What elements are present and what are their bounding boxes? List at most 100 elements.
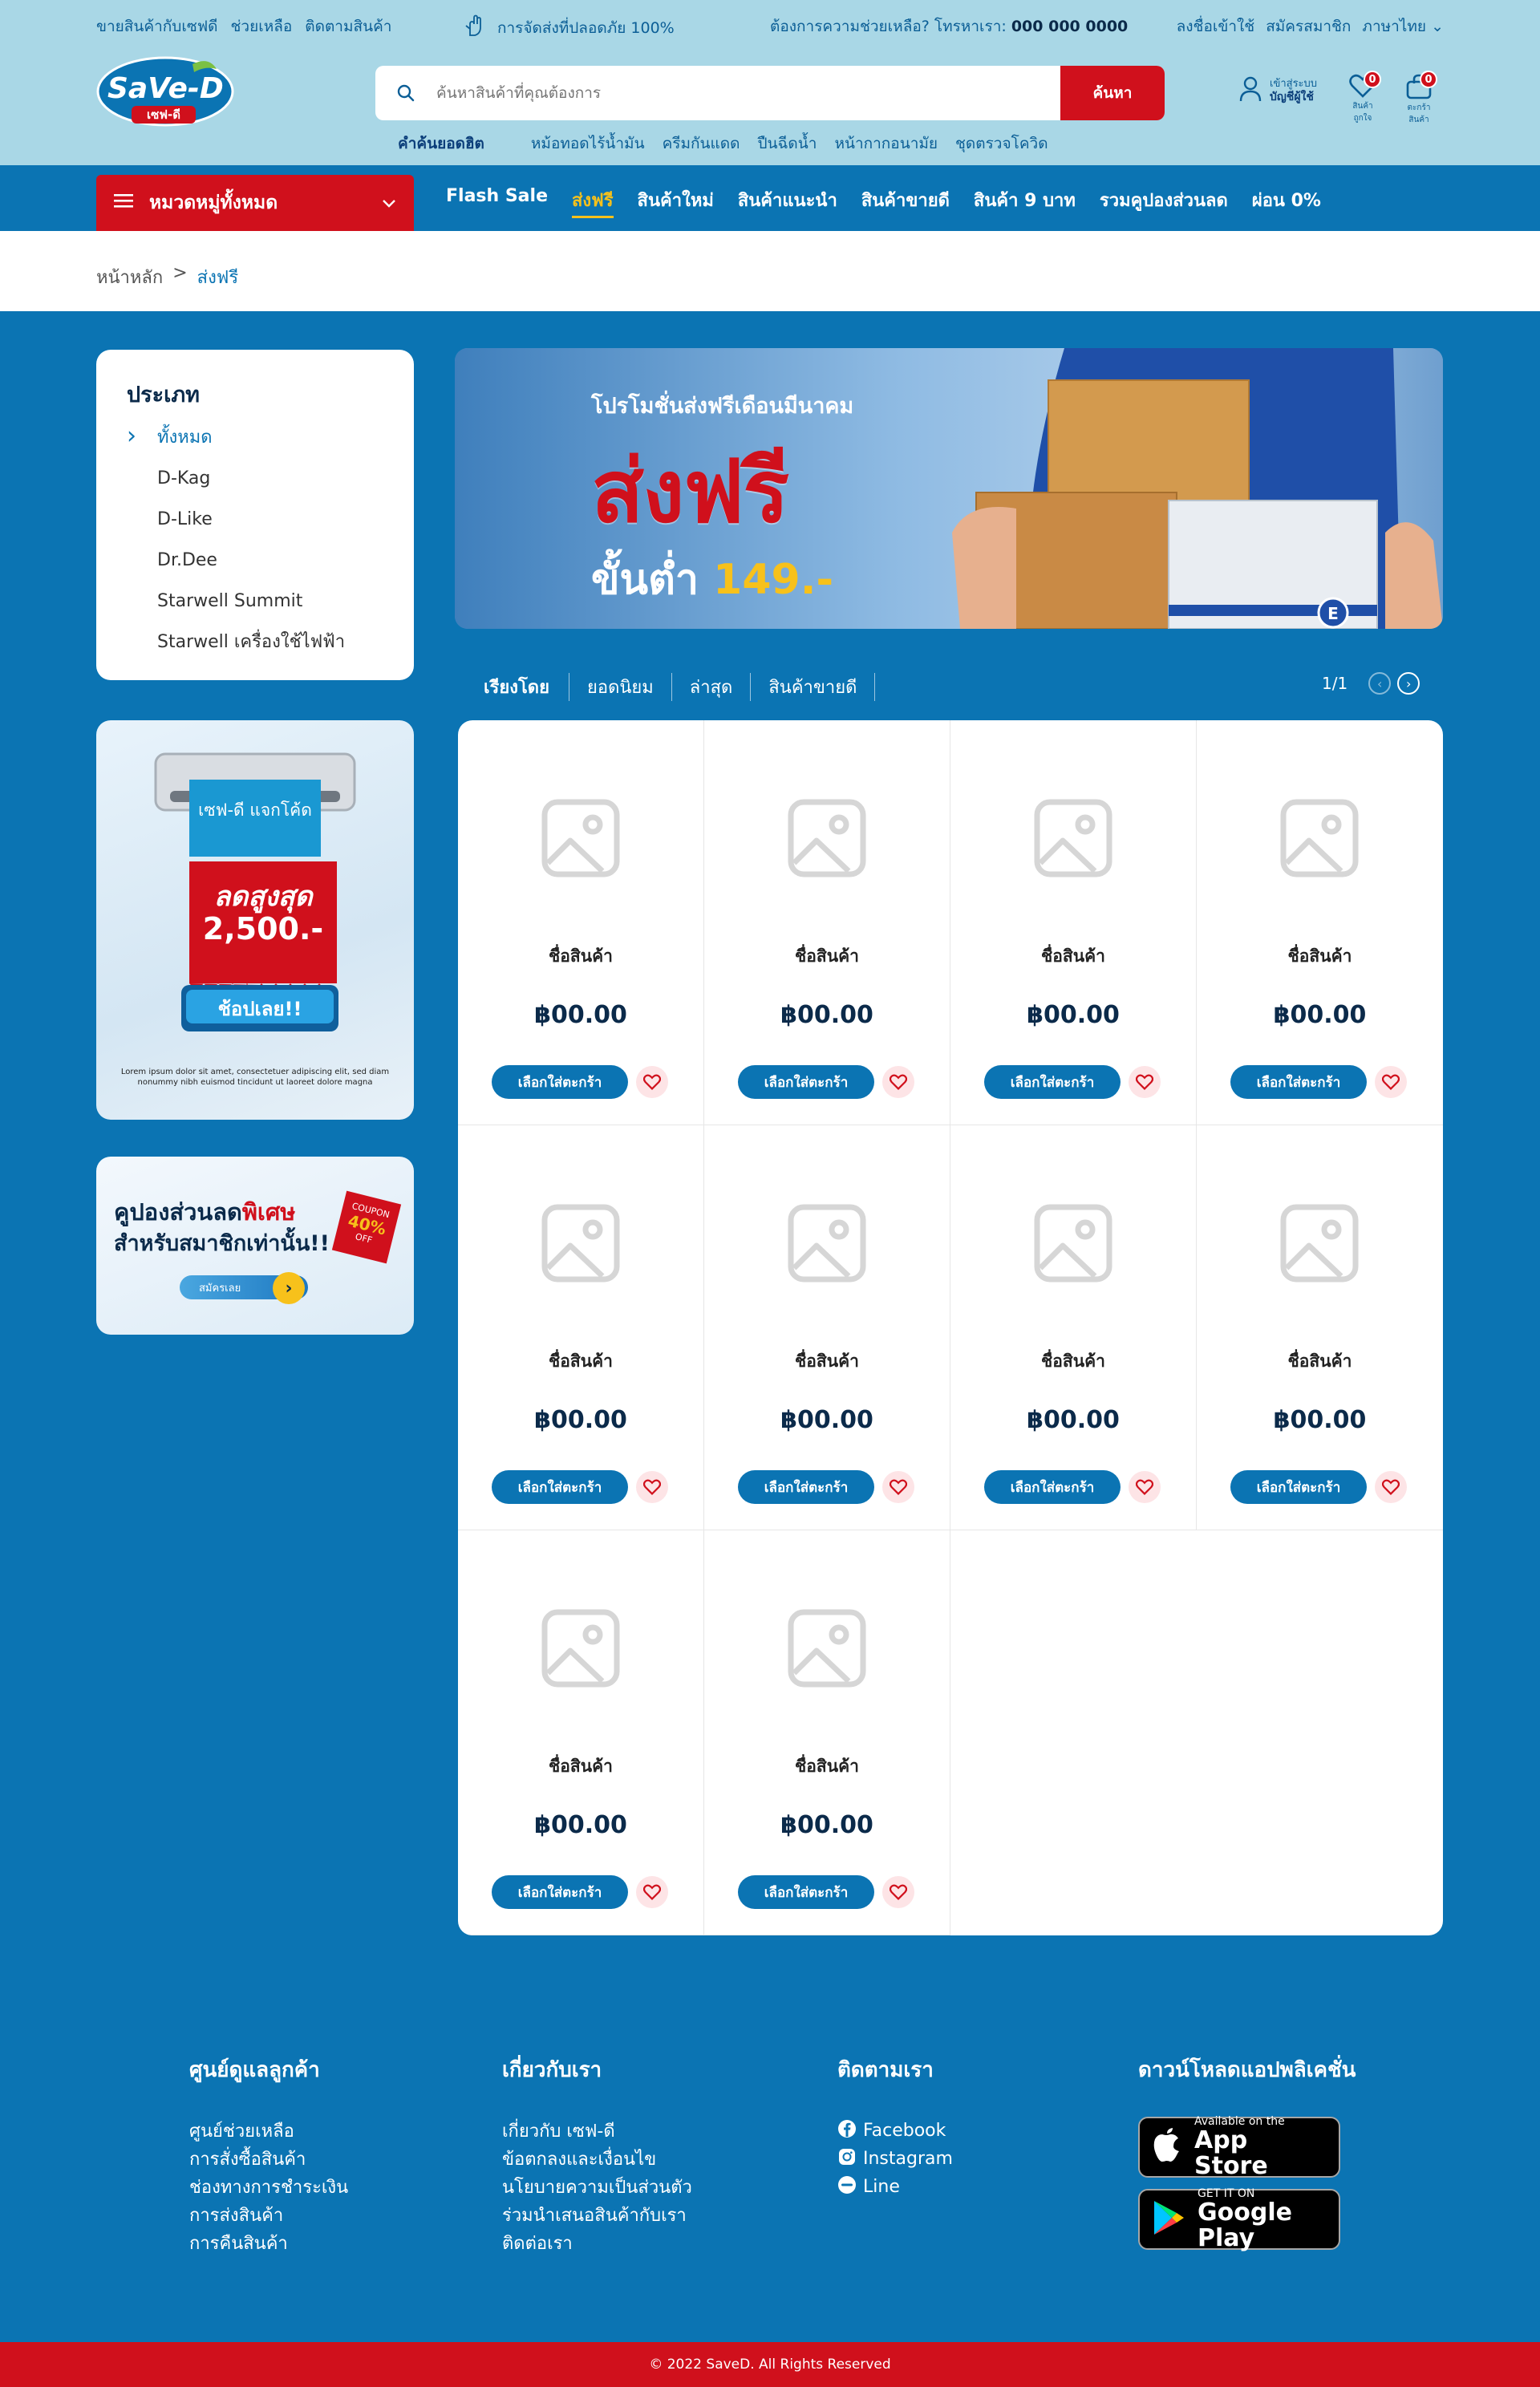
- search-button[interactable]: ค้นหา: [1060, 66, 1165, 120]
- product-name[interactable]: ชื่อสินค้า: [704, 943, 950, 970]
- hot-keyword[interactable]: หม้อทอดไร้น้ำมัน: [531, 132, 645, 156]
- hot-keyword[interactable]: ปืนฉีดน้ำ: [757, 132, 817, 156]
- add-to-cart-button[interactable]: เลือกใส่ตะกร้า: [738, 1065, 874, 1099]
- breadcrumb-home[interactable]: หน้าหลัก: [96, 263, 163, 291]
- nav-flash-sale[interactable]: Flash Sale: [446, 186, 548, 218]
- member-coupon-banner[interactable]: คูปองส่วนลดพิเศษ สำหรับสมาชิกเท่านั้น!! …: [96, 1157, 414, 1335]
- product-name[interactable]: ชื่อสินค้า: [1197, 943, 1443, 970]
- heart-icon[interactable]: [636, 1876, 668, 1908]
- app-store-button[interactable]: Available on the App Store: [1138, 2115, 1340, 2179]
- product-card[interactable]: ชื่อสินค้า ฿00.00 เลือกใส่ตะกร้า: [704, 1530, 950, 1935]
- product-card[interactable]: ชื่อสินค้า ฿00.00 เลือกใส่ตะกร้า: [950, 1125, 1197, 1530]
- product-name[interactable]: ชื่อสินค้า: [458, 1348, 703, 1375]
- product-card[interactable]: ชื่อสินค้า ฿00.00 เลือกใส่ตะกร้า: [704, 720, 950, 1125]
- nav-installment[interactable]: ผ่อน 0%: [1252, 186, 1321, 218]
- heart-icon[interactable]: [882, 1876, 914, 1908]
- category-item[interactable]: D-Like: [127, 506, 383, 547]
- product-name[interactable]: ชื่อสินค้า: [950, 1348, 1196, 1375]
- nav-9-baht[interactable]: สินค้า 9 บาท: [974, 186, 1076, 218]
- nav-coupons[interactable]: รวมคูปองส่วนลด: [1100, 186, 1228, 218]
- product-name[interactable]: ชื่อสินค้า: [458, 1753, 703, 1780]
- nav-new-products[interactable]: สินค้าใหม่: [638, 186, 714, 218]
- shop-now-button[interactable]: ช้อปเลย!!: [186, 993, 334, 1024]
- footer-line-link[interactable]: Line: [837, 2173, 953, 2201]
- category-item[interactable]: D-Kag: [127, 465, 383, 506]
- footer-link[interactable]: ศูนย์ช่วยเหลือ: [189, 2117, 348, 2145]
- google-play-button[interactable]: GET IT ON Google Play: [1138, 2187, 1340, 2251]
- product-card[interactable]: ชื่อสินค้า ฿00.00 เลือกใส่ตะกร้า: [458, 1125, 704, 1530]
- add-to-cart-button[interactable]: เลือกใส่ตะกร้า: [738, 1470, 874, 1504]
- heart-icon[interactable]: [882, 1066, 914, 1098]
- footer-link[interactable]: เกี่ยวกับ เซฟ-ดี: [502, 2117, 692, 2145]
- add-to-cart-button[interactable]: เลือกใส่ตะกร้า: [984, 1065, 1121, 1099]
- footer-link[interactable]: ติดต่อเรา: [502, 2229, 692, 2257]
- product-name[interactable]: ชื่อสินค้า: [704, 1753, 950, 1780]
- image-placeholder-icon: [541, 799, 620, 877]
- nav-best-sellers[interactable]: สินค้าขายดี: [861, 186, 950, 218]
- phone-number[interactable]: 000 000 0000: [1011, 18, 1128, 35]
- category-item[interactable]: Starwell เครื่องใช้ไฟฟ้า: [127, 629, 383, 670]
- product-card[interactable]: ชื่อสินค้า ฿00.00 เลือกใส่ตะกร้า: [1197, 1125, 1443, 1530]
- product-card[interactable]: ชื่อสินค้า ฿00.00 เลือกใส่ตะกร้า: [1197, 720, 1443, 1125]
- nav-recommended[interactable]: สินค้าแนะนำ: [738, 186, 837, 218]
- product-name[interactable]: ชื่อสินค้า: [458, 943, 703, 970]
- all-categories-button[interactable]: หมวดหมู่ทั้งหมด: [96, 175, 414, 231]
- wishlist-button[interactable]: 0 สินค้าถูกใจ: [1344, 71, 1381, 124]
- heart-icon[interactable]: [1129, 1066, 1161, 1098]
- sort-best-seller[interactable]: สินค้าขายดี: [751, 672, 876, 701]
- hot-keyword[interactable]: หน้ากากอนามัย: [834, 132, 938, 156]
- category-item[interactable]: Starwell Summit: [127, 588, 383, 629]
- promo-code-banner[interactable]: เซฟ-ดี แจกโค้ด ลดสูงสุด 2,500.- ช้อปเลย!…: [96, 720, 414, 1120]
- footer-link[interactable]: นโยบายความเป็นส่วนตัว: [502, 2173, 692, 2201]
- add-to-cart-button[interactable]: เลือกใส่ตะกร้า: [1230, 1065, 1367, 1099]
- language-select[interactable]: ภาษาไทย ⌄: [1362, 14, 1444, 38]
- product-name[interactable]: ชื่อสินค้า: [950, 943, 1196, 970]
- logo[interactable]: SaVe-D เซฟ-ดี: [96, 53, 234, 130]
- heart-icon[interactable]: [1129, 1471, 1161, 1503]
- login-link[interactable]: ลงชื่อเข้าใช้: [1177, 14, 1255, 38]
- add-to-cart-button[interactable]: เลือกใส่ตะกร้า: [984, 1470, 1121, 1504]
- footer-link[interactable]: ช่องทางการชำระเงิน: [189, 2173, 348, 2201]
- product-card[interactable]: ชื่อสินค้า ฿00.00 เลือกใส่ตะกร้า: [458, 720, 704, 1125]
- cart-button[interactable]: 0 ตะกร้าสินค้า: [1400, 71, 1437, 126]
- add-to-cart-button[interactable]: เลือกใส่ตะกร้า: [492, 1470, 628, 1504]
- footer-link[interactable]: ข้อตกลงและเงื่อนไข: [502, 2145, 692, 2173]
- hot-keyword[interactable]: ชุดตรวจโควิด: [955, 132, 1048, 156]
- account-button[interactable]: เข้าสู่ระบบ บัญชีผู้ใช้: [1239, 75, 1317, 107]
- category-item[interactable]: ทั้งหมด: [127, 423, 383, 465]
- nav-free-shipping[interactable]: ส่งฟรี: [571, 186, 614, 218]
- product-card[interactable]: ชื่อสินค้า ฿00.00 เลือกใส่ตะกร้า: [950, 720, 1197, 1125]
- heart-icon[interactable]: [636, 1066, 668, 1098]
- add-to-cart-button[interactable]: เลือกใส่ตะกร้า: [492, 1065, 628, 1099]
- footer-instagram-link[interactable]: Instagram: [837, 2145, 953, 2173]
- hot-keyword[interactable]: ครีมกันแดด: [663, 132, 740, 156]
- product-card[interactable]: ชื่อสินค้า ฿00.00 เลือกใส่ตะกร้า: [704, 1125, 950, 1530]
- prev-page-icon[interactable]: ‹: [1368, 672, 1392, 695]
- footer-link[interactable]: การคืนสินค้า: [189, 2229, 348, 2257]
- top-link-sell[interactable]: ขายสินค้ากับเซฟดี: [96, 14, 218, 38]
- promo-discount-value: 2,500.-: [202, 911, 324, 946]
- add-to-cart-button[interactable]: เลือกใส่ตะกร้า: [492, 1875, 628, 1909]
- sort-latest[interactable]: ล่าสุด: [672, 672, 752, 701]
- footer-link[interactable]: การส่งสินค้า: [189, 2201, 348, 2229]
- footer-link[interactable]: ร่วมนำเสนอสินค้ากับเรา: [502, 2201, 692, 2229]
- add-to-cart-button[interactable]: เลือกใส่ตะกร้า: [738, 1875, 874, 1909]
- heart-icon[interactable]: [882, 1471, 914, 1503]
- add-to-cart-button[interactable]: เลือกใส่ตะกร้า: [1230, 1470, 1367, 1504]
- sort-popular[interactable]: ยอดนิยม: [569, 672, 672, 701]
- product-card[interactable]: ชื่อสินค้า ฿00.00 เลือกใส่ตะกร้า: [458, 1530, 704, 1935]
- free-shipping-banner[interactable]: E โปรโมชั่นส่งฟรีเดือนมีนาคม ส่งฟรี ขั้น…: [455, 348, 1443, 629]
- search-input[interactable]: [436, 66, 1060, 120]
- heart-icon[interactable]: [636, 1471, 668, 1503]
- next-page-icon[interactable]: ›: [1397, 672, 1420, 695]
- heart-icon[interactable]: [1375, 1471, 1407, 1503]
- product-name[interactable]: ชื่อสินค้า: [1197, 1348, 1443, 1375]
- heart-icon[interactable]: [1375, 1066, 1407, 1098]
- footer-facebook-link[interactable]: Facebook: [837, 2117, 953, 2145]
- register-link[interactable]: สมัครสมาชิก: [1266, 14, 1351, 38]
- top-link-track[interactable]: ติดตามสินค้า: [305, 14, 391, 38]
- footer-link[interactable]: การสั่งซื้อสินค้า: [189, 2145, 348, 2173]
- top-link-help[interactable]: ช่วยเหลือ: [231, 14, 293, 38]
- category-item[interactable]: Dr.Dee: [127, 547, 383, 588]
- product-name[interactable]: ชื่อสินค้า: [704, 1348, 950, 1375]
